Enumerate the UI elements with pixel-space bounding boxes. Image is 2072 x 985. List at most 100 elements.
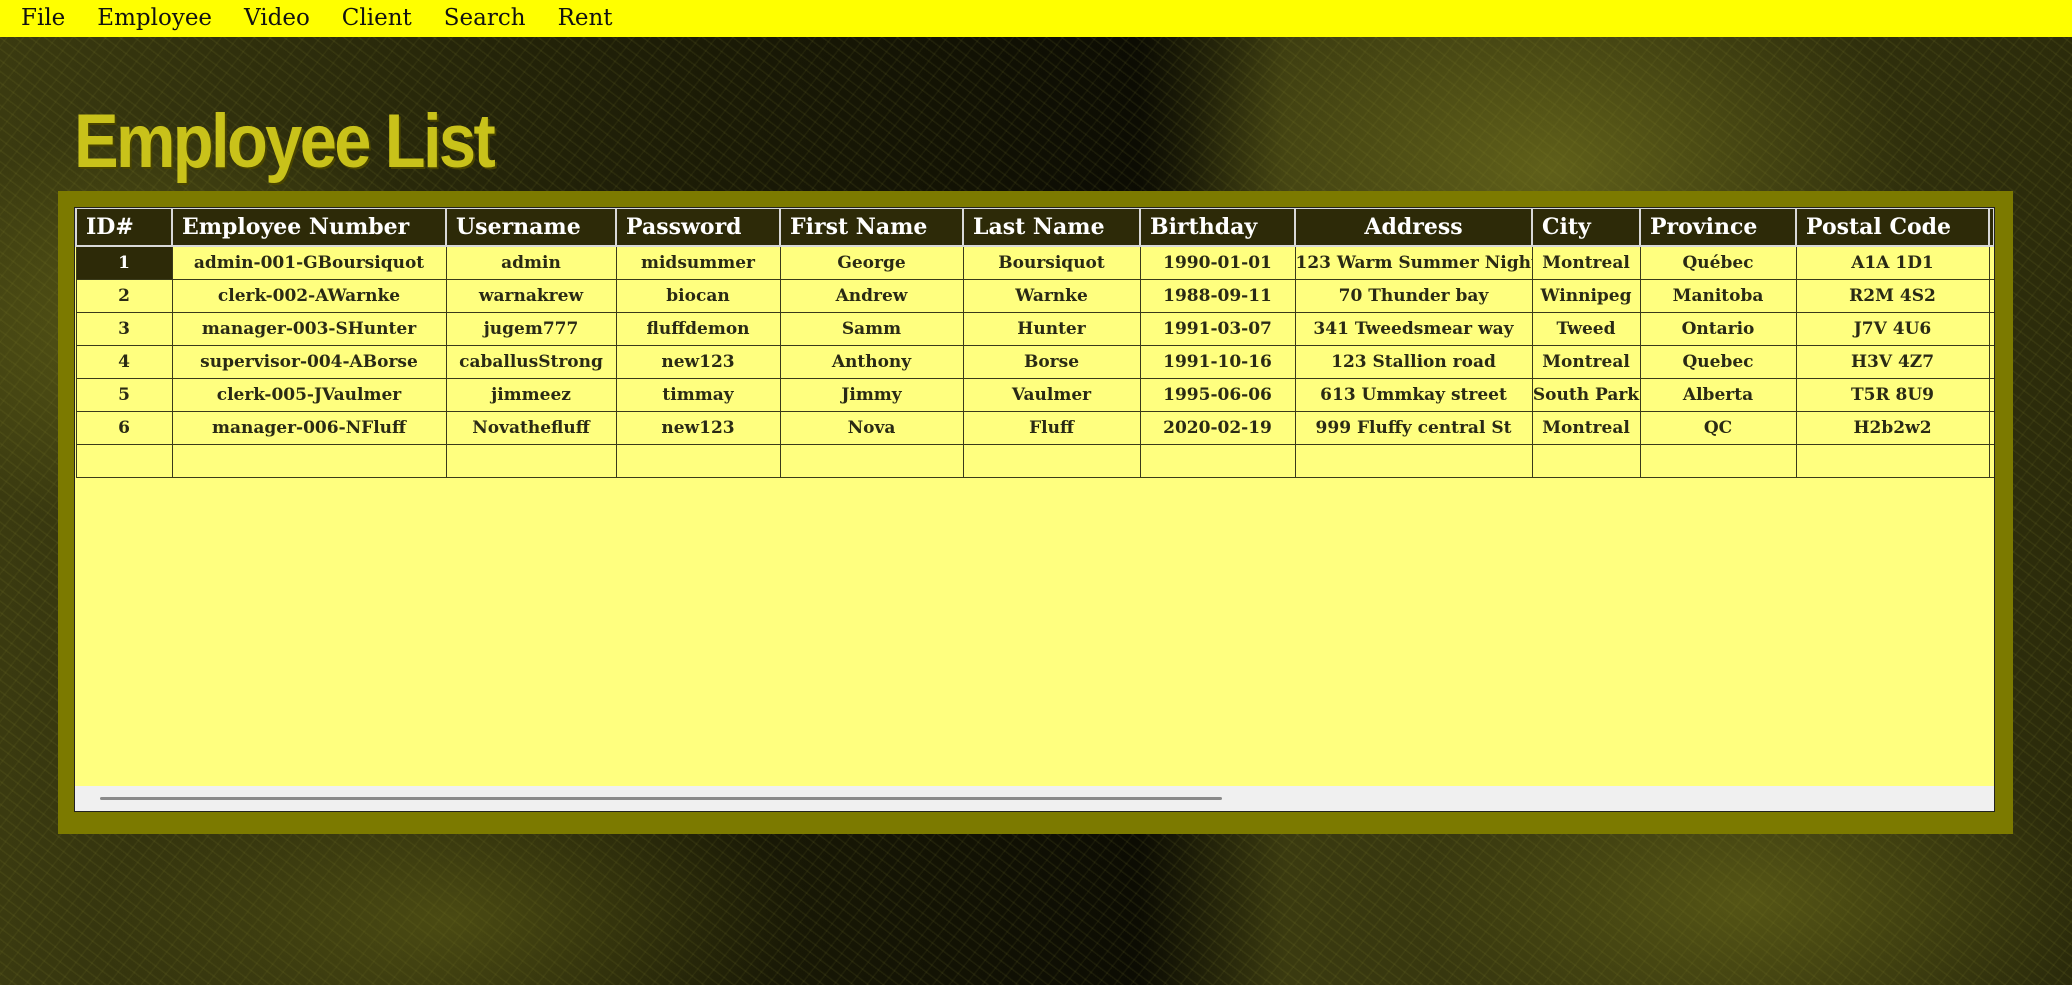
- cell-province[interactable]: Alberta: [1639, 378, 1797, 412]
- cell-id[interactable]: 5: [75, 378, 173, 412]
- cell-city[interactable]: Winnipeg: [1531, 279, 1641, 313]
- cell-last-name[interactable]: Fluff: [962, 411, 1141, 445]
- cell-employee-number[interactable]: admin-001-GBoursiquot: [171, 245, 447, 280]
- cell-address[interactable]: 70 Thunder bay: [1294, 279, 1533, 313]
- cell-postal-code[interactable]: T5R 8U9: [1795, 378, 1990, 412]
- cell-last-name[interactable]: Vaulmer: [962, 378, 1141, 412]
- cell-birthday[interactable]: 1991-03-07: [1139, 312, 1296, 346]
- cell-address[interactable]: [1294, 444, 1533, 478]
- cell-birthday[interactable]: 1990-01-01: [1139, 245, 1296, 280]
- menu-file[interactable]: File: [10, 0, 76, 37]
- column-header-id[interactable]: ID#: [75, 208, 173, 247]
- cell-province[interactable]: [1639, 444, 1797, 478]
- cell-birthday[interactable]: [1139, 444, 1296, 478]
- cell-first-name[interactable]: Andrew: [779, 279, 964, 313]
- menu-employee[interactable]: Employee: [86, 0, 223, 37]
- column-header-password[interactable]: Password: [615, 208, 781, 247]
- cell-id[interactable]: 3: [75, 312, 173, 346]
- horizontal-scrollbar-thumb[interactable]: [100, 797, 1222, 800]
- cell-address[interactable]: 123 Stallion road: [1294, 345, 1533, 379]
- cell-postal-code[interactable]: A1A 1D1: [1795, 245, 1990, 280]
- cell-birthday[interactable]: 1988-09-11: [1139, 279, 1296, 313]
- cell-city[interactable]: Tweed: [1531, 312, 1641, 346]
- cell-id[interactable]: 2: [75, 279, 173, 313]
- menu-search[interactable]: Search: [433, 0, 537, 37]
- cell-password[interactable]: new123: [615, 345, 781, 379]
- cell-postal-code[interactable]: H2b2w2: [1795, 411, 1990, 445]
- column-header-postal-code[interactable]: Postal Code: [1795, 208, 1990, 247]
- cell-address[interactable]: 613 Ummkay street: [1294, 378, 1533, 412]
- cell-password[interactable]: midsummer: [615, 245, 781, 280]
- cell-postal-code[interactable]: [1795, 444, 1990, 478]
- column-header-employee-number[interactable]: Employee Number: [171, 208, 447, 247]
- cell-first-name[interactable]: George: [779, 245, 964, 280]
- cell-password[interactable]: [615, 444, 781, 478]
- cell-first-name[interactable]: [779, 444, 964, 478]
- cell-province[interactable]: Québec: [1639, 245, 1797, 280]
- column-header-first-name[interactable]: First Name: [779, 208, 964, 247]
- column-header-last-name[interactable]: Last Name: [962, 208, 1141, 247]
- cell-username[interactable]: jimmeez: [445, 378, 617, 412]
- cell-city[interactable]: Montreal: [1531, 245, 1641, 280]
- cell-last-name[interactable]: Hunter: [962, 312, 1141, 346]
- cell-password[interactable]: timmay: [615, 378, 781, 412]
- cell-address[interactable]: 999 Fluffy central St: [1294, 411, 1533, 445]
- column-header-birthday[interactable]: Birthday: [1139, 208, 1296, 247]
- table-row[interactable]: 3 manager-003-SHunter jugem777 fluffdemo…: [75, 312, 1994, 346]
- cell-last-name[interactable]: Boursiquot: [962, 245, 1141, 280]
- cell-address[interactable]: 341 Tweedsmear way: [1294, 312, 1533, 346]
- cell-employee-number[interactable]: [171, 444, 447, 478]
- menu-rent[interactable]: Rent: [547, 0, 624, 37]
- cell-employee-number[interactable]: supervisor-004-ABorse: [171, 345, 447, 379]
- cell-city[interactable]: South Park: [1531, 378, 1641, 412]
- column-header-username[interactable]: Username: [445, 208, 617, 247]
- cell-id[interactable]: [75, 444, 173, 478]
- table-row[interactable]: 6 manager-006-NFluff Novathefluff new123…: [75, 411, 1994, 445]
- cell-first-name[interactable]: Samm: [779, 312, 964, 346]
- cell-first-name[interactable]: Jimmy: [779, 378, 964, 412]
- cell-last-name[interactable]: Borse: [962, 345, 1141, 379]
- cell-city[interactable]: Montreal: [1531, 411, 1641, 445]
- cell-first-name[interactable]: Anthony: [779, 345, 964, 379]
- cell-province[interactable]: Manitoba: [1639, 279, 1797, 313]
- cell-password[interactable]: fluffdemon: [615, 312, 781, 346]
- table-row[interactable]: 2 clerk-002-AWarnke warnakrew biocan And…: [75, 279, 1994, 313]
- table-row[interactable]: 5 clerk-005-JVaulmer jimmeez timmay Jimm…: [75, 378, 1994, 412]
- menu-client[interactable]: Client: [331, 0, 423, 37]
- cell-employee-number[interactable]: manager-003-SHunter: [171, 312, 447, 346]
- cell-username[interactable]: admin: [445, 245, 617, 280]
- cell-postal-code[interactable]: H3V 4Z7: [1795, 345, 1990, 379]
- menu-video[interactable]: Video: [233, 0, 321, 37]
- cell-city[interactable]: Montreal: [1531, 345, 1641, 379]
- cell-employee-number[interactable]: clerk-005-JVaulmer: [171, 378, 447, 412]
- cell-address[interactable]: 123 Warm Summer Night: [1294, 245, 1533, 280]
- cell-password[interactable]: new123: [615, 411, 781, 445]
- table-row-empty[interactable]: [75, 444, 1994, 478]
- cell-birthday[interactable]: 2020-02-19: [1139, 411, 1296, 445]
- table-row[interactable]: 1 admin-001-GBoursiquot admin midsummer …: [75, 245, 1994, 280]
- cell-username[interactable]: Novathefluff: [445, 411, 617, 445]
- cell-postal-code[interactable]: J7V 4U6: [1795, 312, 1990, 346]
- cell-employee-number[interactable]: clerk-002-AWarnke: [171, 279, 447, 313]
- horizontal-scrollbar[interactable]: [75, 786, 1994, 811]
- cell-birthday[interactable]: 1995-06-06: [1139, 378, 1296, 412]
- table-row[interactable]: 4 supervisor-004-ABorse caballusStrong n…: [75, 345, 1994, 379]
- cell-province[interactable]: Quebec: [1639, 345, 1797, 379]
- cell-last-name[interactable]: [962, 444, 1141, 478]
- cell-birthday[interactable]: 1991-10-16: [1139, 345, 1296, 379]
- cell-first-name[interactable]: Nova: [779, 411, 964, 445]
- column-header-province[interactable]: Province: [1639, 208, 1797, 247]
- cell-employee-number[interactable]: manager-006-NFluff: [171, 411, 447, 445]
- cell-username[interactable]: caballusStrong: [445, 345, 617, 379]
- cell-password[interactable]: biocan: [615, 279, 781, 313]
- cell-username[interactable]: [445, 444, 617, 478]
- cell-username[interactable]: jugem777: [445, 312, 617, 346]
- cell-city[interactable]: [1531, 444, 1641, 478]
- cell-postal-code[interactable]: R2M 4S2: [1795, 279, 1990, 313]
- column-header-city[interactable]: City: [1531, 208, 1641, 247]
- cell-id[interactable]: 1: [75, 245, 173, 280]
- cell-province[interactable]: QC: [1639, 411, 1797, 445]
- cell-last-name[interactable]: Warnke: [962, 279, 1141, 313]
- cell-username[interactable]: warnakrew: [445, 279, 617, 313]
- column-header-address[interactable]: Address: [1294, 208, 1533, 247]
